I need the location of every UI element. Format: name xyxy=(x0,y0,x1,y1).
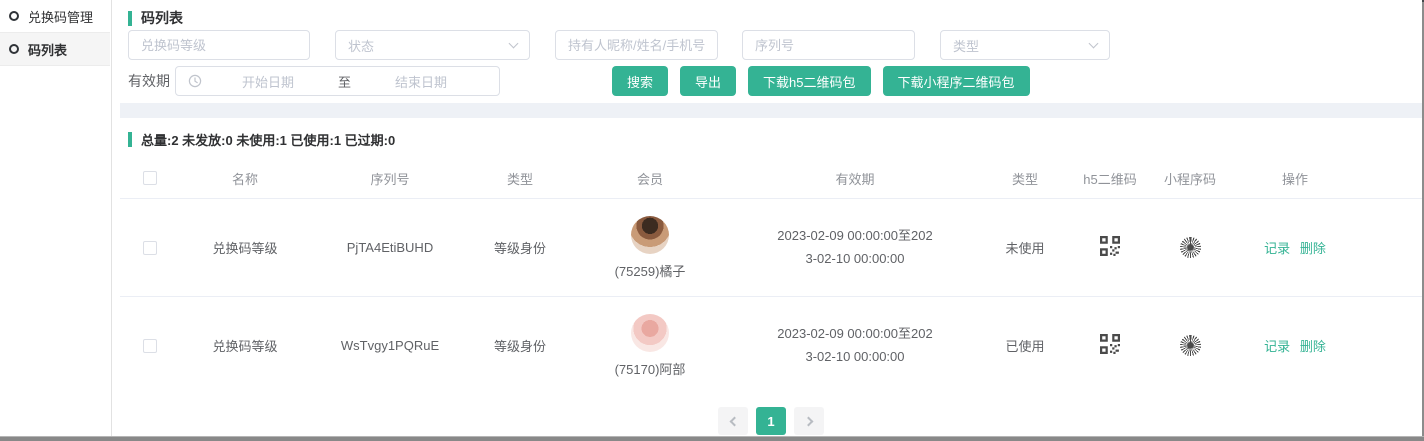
header-h5-qr: h5二维码 xyxy=(1070,169,1150,188)
sidebar-item-label: 码列表 xyxy=(28,40,67,59)
h5-qr-code-icon[interactable] xyxy=(1100,334,1120,354)
horizontal-scrollbar[interactable] xyxy=(0,436,1424,441)
cell-actions: 记录 删除 xyxy=(1230,336,1360,355)
status-select[interactable]: 状态 xyxy=(335,30,530,60)
filter-row-1: 状态 类型 xyxy=(128,30,1110,60)
search-button[interactable]: 搜索 xyxy=(612,66,668,96)
record-link[interactable]: 记录 xyxy=(1264,241,1290,256)
table-panel: 总量:2 未发放:0 未使用:1 已使用:1 已过期:0 名称 序列号 类型 会… xyxy=(120,118,1422,436)
start-date-placeholder: 开始日期 xyxy=(202,72,334,91)
date-range-picker[interactable]: 开始日期 至 结束日期 xyxy=(175,66,500,96)
cell-name: 兑换码等级 xyxy=(180,336,310,355)
clock-icon xyxy=(188,74,202,88)
validity-label: 有效期 xyxy=(128,71,175,91)
header-mp-qr: 小程序码 xyxy=(1150,169,1230,188)
table-row: 兑换码等级 PjTA4EtiBUHD 等级身份 (75259)橘子 2023-0… xyxy=(120,198,1422,296)
summary-accent-bar xyxy=(128,132,132,147)
header-member: 会员 xyxy=(570,169,730,188)
cell-validity: 2023-02-09 00:00:00至202 3-02-10 00:00:00 xyxy=(730,225,980,269)
title-accent-bar xyxy=(128,11,132,26)
filter-row-2: 有效期 开始日期 至 结束日期 搜索 导出 下载h5二维码包 下载小程序二维码包 xyxy=(128,66,1030,96)
select-all-checkbox[interactable] xyxy=(143,171,157,185)
header-status: 类型 xyxy=(980,169,1070,188)
end-date-placeholder: 结束日期 xyxy=(355,72,487,91)
chevron-right-icon xyxy=(803,416,813,426)
row-checkbox[interactable] xyxy=(143,339,157,353)
delete-link[interactable]: 删除 xyxy=(1300,241,1326,256)
miniprogram-code-icon[interactable] xyxy=(1180,335,1201,356)
download-miniprogram-qr-button[interactable]: 下载小程序二维码包 xyxy=(883,66,1030,96)
main-content: 码列表 状态 类型 有效期 开始日期 至 xyxy=(120,0,1422,436)
table-row: 兑换码等级 WsTvgy1PQRuE 等级身份 (75170)阿部 2023-0… xyxy=(120,296,1422,394)
avatar xyxy=(631,216,669,254)
prev-page-button[interactable] xyxy=(718,407,748,435)
header-name: 名称 xyxy=(180,169,310,188)
date-separator: 至 xyxy=(334,72,355,91)
header-serial: 序列号 xyxy=(310,169,470,188)
next-page-button[interactable] xyxy=(794,407,824,435)
level-input[interactable] xyxy=(128,30,310,60)
header-type: 类型 xyxy=(470,169,570,188)
cell-type: 等级身份 xyxy=(470,238,570,257)
member-name: (75259)橘子 xyxy=(615,261,686,280)
page-1-button[interactable]: 1 xyxy=(756,407,786,435)
cell-serial: PjTA4EtiBUHD xyxy=(310,240,470,255)
delete-link[interactable]: 删除 xyxy=(1300,339,1326,354)
panel-title: 码列表 xyxy=(120,0,1422,28)
cell-type: 等级身份 xyxy=(470,336,570,355)
sidebar-item-code-list[interactable]: 码列表 xyxy=(0,33,110,66)
table-header-row: 名称 序列号 类型 会员 有效期 类型 h5二维码 小程序码 操作 xyxy=(120,158,1422,198)
member-cell: (75259)橘子 xyxy=(570,216,730,280)
sidebar: 兑换码管理 码列表 xyxy=(0,0,110,436)
cell-serial: WsTvgy1PQRuE xyxy=(310,338,470,353)
cell-validity: 2023-02-09 00:00:00至202 3-02-10 00:00:00 xyxy=(730,323,980,367)
type-select[interactable]: 类型 xyxy=(940,30,1110,60)
page-title: 码列表 xyxy=(141,8,183,28)
header-actions: 操作 xyxy=(1230,169,1360,188)
status-select-placeholder: 状态 xyxy=(348,36,374,55)
sidebar-item-label: 兑换码管理 xyxy=(28,7,93,26)
cell-name: 兑换码等级 xyxy=(180,238,310,257)
circle-icon xyxy=(9,44,19,54)
serial-input[interactable] xyxy=(742,30,915,60)
holder-input[interactable] xyxy=(555,30,718,60)
member-cell: (75170)阿部 xyxy=(570,314,730,378)
filter-panel: 码列表 状态 类型 有效期 开始日期 至 xyxy=(120,0,1422,103)
header-validity: 有效期 xyxy=(730,169,980,188)
cell-actions: 记录 删除 xyxy=(1230,238,1360,257)
circle-icon xyxy=(9,11,19,21)
pagination: 1 xyxy=(120,407,1422,435)
type-select-placeholder: 类型 xyxy=(953,36,979,55)
sidebar-item-code-manage[interactable]: 兑换码管理 xyxy=(0,0,110,33)
chevron-down-icon xyxy=(509,39,519,49)
member-name: (75170)阿部 xyxy=(615,359,686,378)
summary-text: 总量:2 未发放:0 未使用:1 已使用:1 已过期:0 xyxy=(141,130,395,149)
h5-qr-code-icon[interactable] xyxy=(1100,236,1120,256)
cell-status: 已使用 xyxy=(980,336,1070,355)
download-h5-qr-button[interactable]: 下载h5二维码包 xyxy=(748,66,870,96)
summary-bar: 总量:2 未发放:0 未使用:1 已使用:1 已过期:0 xyxy=(120,118,1422,158)
export-button[interactable]: 导出 xyxy=(680,66,736,96)
sidebar-divider xyxy=(111,0,112,436)
cell-status: 未使用 xyxy=(980,238,1070,257)
panel-gap xyxy=(120,103,1422,118)
chevron-down-icon xyxy=(1089,39,1099,49)
miniprogram-code-icon[interactable] xyxy=(1180,237,1201,258)
chevron-left-icon xyxy=(729,416,739,426)
record-link[interactable]: 记录 xyxy=(1264,339,1290,354)
row-checkbox[interactable] xyxy=(143,241,157,255)
avatar xyxy=(631,314,669,352)
